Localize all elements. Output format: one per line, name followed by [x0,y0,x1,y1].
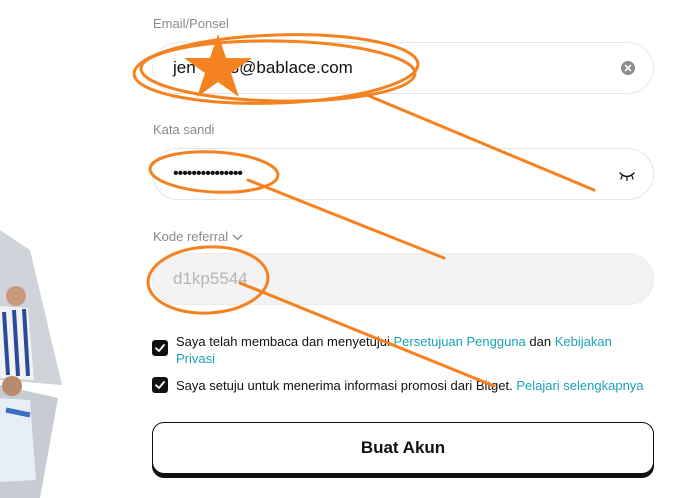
user-agreement-link[interactable]: Persetujuan Pengguna [394,334,526,349]
referral-field[interactable]: d1kp5544 [152,253,654,305]
terms-text: Saya telah membaca dan menyetujui Perset… [176,333,636,367]
eye-closed-icon[interactable] [617,169,637,182]
promo-checkbox[interactable] [152,377,168,393]
terms-checkbox[interactable] [152,340,168,356]
email-field[interactable]: jen 3@bablace.com [152,42,654,94]
promo-text: Saya setuju untuk menerima informasi pro… [176,377,656,394]
promo-text-part: Saya setuju untuk menerima informasi pro… [176,378,517,393]
learn-more-link[interactable]: Pelajari selengkapnya [516,378,643,393]
create-account-button[interactable]: Buat Akun [152,422,654,474]
password-value[interactable]: ••••••••••••••• [173,149,243,199]
sports-players-illustration [0,230,62,498]
referral-toggle[interactable]: Kode referral [153,229,243,244]
terms-text-part: dan [525,334,555,349]
email-value[interactable]: jen 3@bablace.com [173,43,353,93]
privacy-policy-link-cont[interactable]: Privasi [176,351,215,366]
email-label: Email/Ponsel [153,16,229,31]
promo-agreement: Saya setuju untuk menerima informasi pro… [152,376,654,394]
password-label: Kata sandi [153,122,215,137]
referral-value[interactable]: d1kp5544 [173,254,248,304]
privacy-policy-link[interactable]: Kebijakan [555,334,612,349]
terms-agreement: Saya telah membaca dan menyetujui Perset… [152,332,654,368]
terms-text-part: Saya telah membaca dan menyetujui [176,334,394,349]
chevron-down-icon [232,234,243,240]
password-field[interactable]: ••••••••••••••• [152,148,654,200]
referral-label: Kode referral [153,229,229,244]
clear-circle-icon[interactable] [621,61,635,75]
